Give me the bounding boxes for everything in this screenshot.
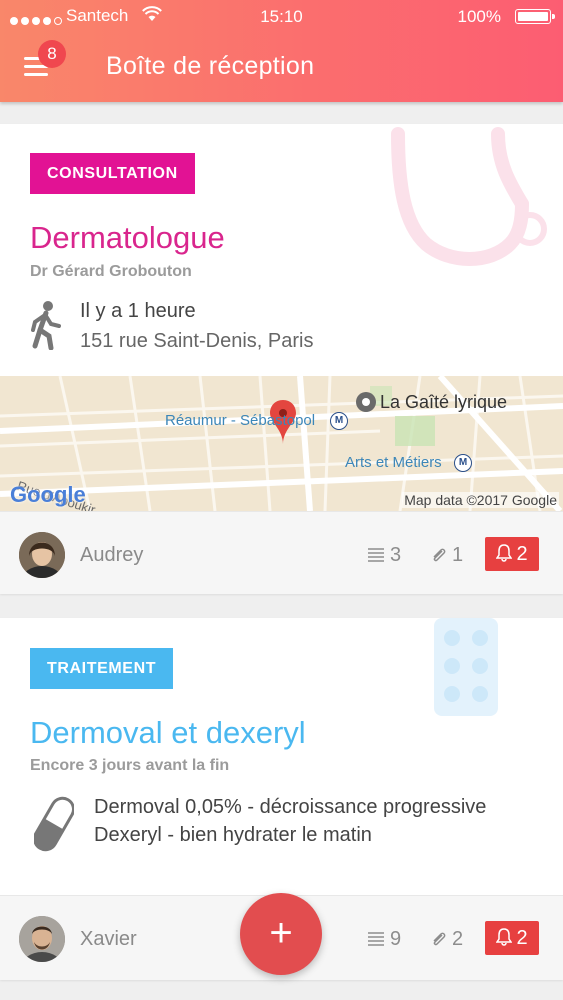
map-attribution: Map data ©2017 Google <box>402 492 559 508</box>
card-title: Dermatologue <box>30 220 225 255</box>
page-title: Boîte de réception <box>106 52 315 80</box>
attachments-count-value: 2 <box>452 928 464 950</box>
battery-icon <box>515 9 555 24</box>
alerts-count: 2 <box>516 927 528 949</box>
notes-count-value: 9 <box>390 928 402 950</box>
category-tag: TRAITEMENT <box>30 648 174 689</box>
paperclip-icon <box>433 548 446 562</box>
medication-line-2: Dexeryl - bien hydrater le matin <box>94 824 372 846</box>
app-header: Santech 15:10 100% 8 Boîte de réception <box>0 0 563 102</box>
treatment-remaining: Encore 3 jours avant la fin <box>30 757 230 774</box>
paperclip-icon <box>433 932 446 946</box>
plus-icon: + <box>269 911 293 955</box>
time-ago: Il y a 1 heure <box>80 300 196 322</box>
list-icon <box>368 548 384 562</box>
bell-icon <box>496 928 513 946</box>
google-logo: Google <box>10 482 86 507</box>
metro-icon: M <box>330 412 348 430</box>
card-footer: Audrey 3 1 2 <box>0 511 563 594</box>
bell-icon <box>496 544 513 562</box>
status-bar: Santech 15:10 100% <box>0 0 563 34</box>
consultation-card[interactable]: CONSULTATION Dermatologue Dr Gérard Grob… <box>0 124 563 594</box>
alerts-badge[interactable]: 2 <box>485 921 539 955</box>
blister-pack-icon <box>434 618 498 716</box>
avatar[interactable] <box>19 532 65 578</box>
attachments-count[interactable]: 1 <box>430 544 463 567</box>
author-name: Audrey <box>80 544 144 566</box>
category-tag: CONSULTATION <box>30 153 195 194</box>
notification-badge: 8 <box>38 40 66 68</box>
author-name: Xavier <box>80 928 137 950</box>
add-button[interactable]: + <box>240 893 322 975</box>
alerts-badge[interactable]: 2 <box>485 537 539 571</box>
theater-icon <box>356 392 376 412</box>
medication-line-1: Dermoval 0,05% - décroissance progressiv… <box>94 796 487 818</box>
list-icon <box>368 932 384 946</box>
walking-person-icon <box>31 301 61 350</box>
attachments-count[interactable]: 2 <box>430 928 463 951</box>
address: 151 rue Saint-Denis, Paris <box>80 330 314 352</box>
notes-count[interactable]: 9 <box>368 928 401 951</box>
notes-count-value: 3 <box>390 544 402 566</box>
card-title: Dermoval et dexeryl <box>30 715 306 750</box>
map-place-3: Arts et Métiers <box>345 454 442 471</box>
location-map[interactable]: La Gaîté lyrique Réaumur - Sébastopol M … <box>0 376 563 511</box>
metro-icon: M <box>454 454 472 472</box>
pill-icon <box>34 796 74 852</box>
battery-percent: 100% <box>457 7 501 26</box>
alerts-count: 2 <box>516 543 528 565</box>
map-place-1: La Gaîté lyrique <box>380 392 508 412</box>
doctor-name: Dr Gérard Grobouton <box>30 263 192 280</box>
avatar[interactable] <box>19 916 65 962</box>
map-place-2: Réaumur - Sébastopol <box>165 412 316 429</box>
notes-count[interactable]: 3 <box>368 544 401 567</box>
stethoscope-icon <box>391 127 547 266</box>
attachments-count-value: 1 <box>452 544 464 566</box>
